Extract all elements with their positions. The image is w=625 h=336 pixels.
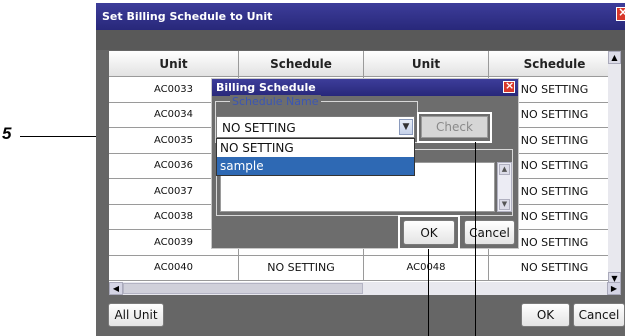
dialog-cancel-button[interactable]: Cancel (464, 220, 515, 245)
window-titlebar: Set Billing Schedule to Unit (96, 3, 625, 30)
scroll-right-icon[interactable]: ▶ (607, 282, 621, 295)
ok-button[interactable]: OK (521, 303, 570, 327)
scroll-left-icon[interactable]: ◀ (109, 282, 123, 295)
schedule-cell[interactable]: NO SETTING (239, 255, 364, 281)
column-header-schedule[interactable]: Schedule (489, 51, 621, 77)
dialog-titlebar: Billing Schedule (212, 79, 518, 96)
all-unit-button[interactable]: All Unit (108, 303, 164, 327)
unit-cell[interactable]: AC0048 (364, 255, 489, 281)
dropdown-option[interactable]: NO SETTING (217, 139, 414, 157)
dialog-title: Billing Schedule (216, 81, 316, 94)
table-vertical-scrollbar[interactable]: ▲ ▼ (608, 51, 621, 285)
scroll-up-icon[interactable]: ▲ (499, 164, 510, 175)
window-close-icon[interactable] (616, 5, 625, 21)
unit-cell[interactable]: AC0040 (109, 255, 239, 281)
table-horizontal-scrollbar[interactable]: ◀ ▶ (109, 282, 621, 295)
scroll-up-icon[interactable]: ▲ (608, 51, 621, 64)
ok-leader-line (428, 249, 429, 336)
window-title: Set Billing Schedule to Unit (102, 10, 273, 23)
window-toolbar-strip (96, 30, 625, 50)
column-header-schedule[interactable]: Schedule (239, 51, 364, 77)
dropdown-option-selected[interactable]: sample (217, 157, 414, 175)
dialog-close-icon[interactable] (503, 79, 515, 93)
schedule-name-dropdown: NO SETTING sample (216, 138, 415, 176)
check-button-highlight (417, 112, 492, 143)
schedule-name-legend: Schedule Name (230, 95, 321, 108)
schedule-name-select[interactable]: NO SETTING ▼ (216, 116, 415, 138)
callout-number: 5 (2, 124, 12, 143)
textarea-scrollbar[interactable]: ▲ ▼ (497, 162, 512, 212)
scroll-down-icon[interactable]: ▼ (499, 199, 510, 210)
check-leader-line (475, 142, 476, 336)
column-header-unit[interactable]: Unit (364, 51, 489, 77)
schedule-name-value: NO SETTING (222, 121, 296, 135)
table-header: Unit Schedule Unit Schedule (109, 51, 621, 77)
schedule-cell[interactable]: NO SETTING (489, 255, 621, 281)
scrollbar-thumb[interactable] (123, 283, 363, 294)
cancel-button[interactable]: Cancel (573, 303, 625, 327)
ok-button-highlight (398, 215, 460, 250)
column-header-unit[interactable]: Unit (109, 51, 239, 77)
chevron-down-icon[interactable]: ▼ (399, 119, 413, 135)
table-row[interactable]: AC0040 NO SETTING AC0048 NO SETTING (109, 255, 621, 281)
